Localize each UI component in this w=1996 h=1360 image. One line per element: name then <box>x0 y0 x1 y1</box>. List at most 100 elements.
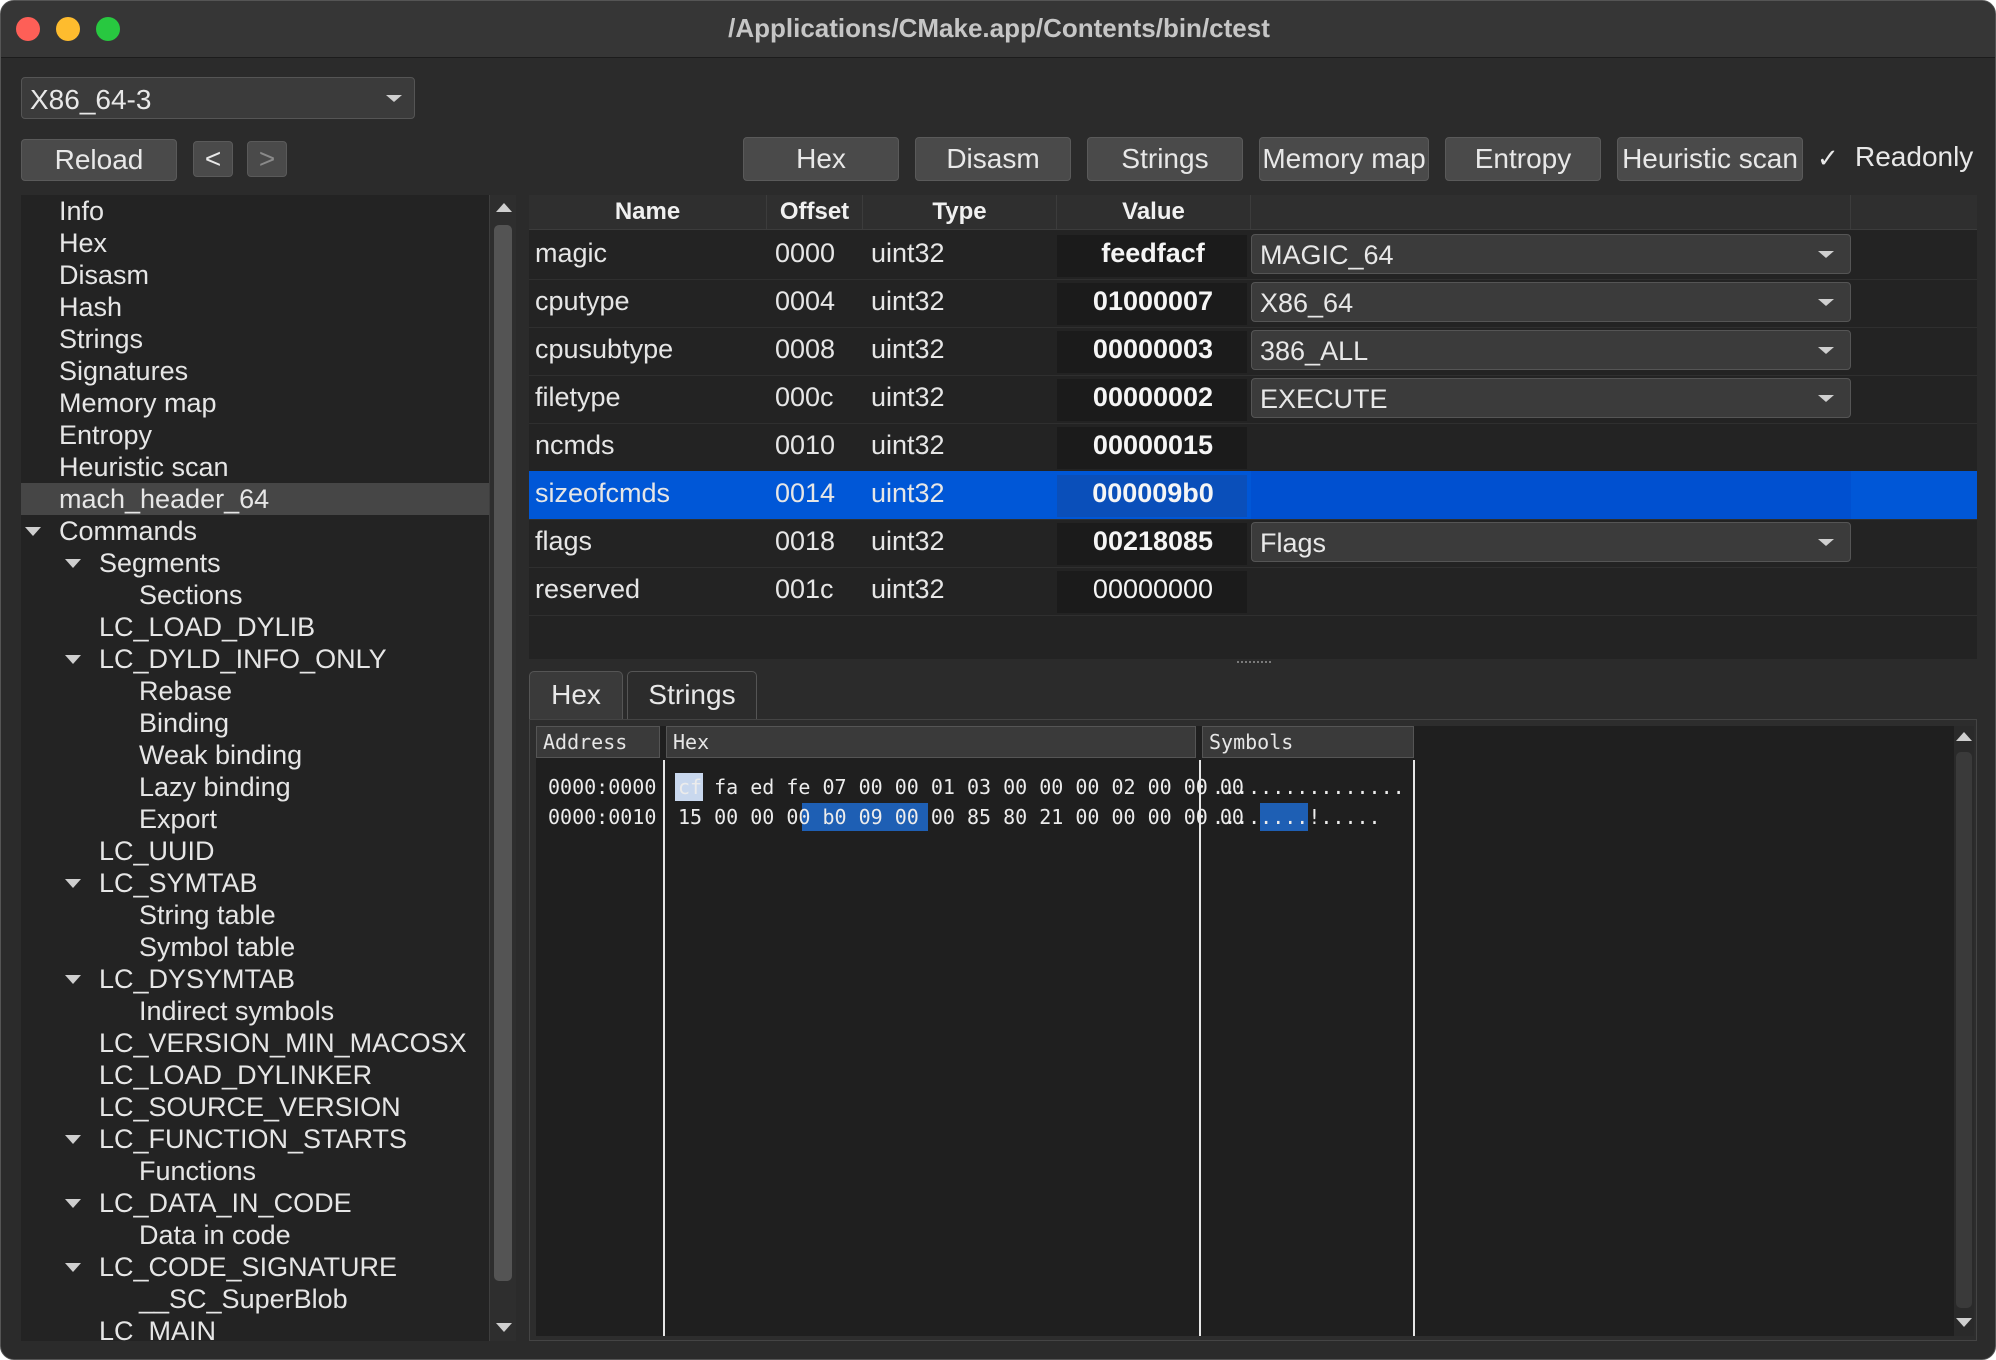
tree-item[interactable]: Lazy binding <box>21 771 489 803</box>
tree-item[interactable]: Binding <box>21 707 489 739</box>
disclosure-triangle-icon[interactable] <box>65 1135 81 1144</box>
hex-button[interactable]: Hex <box>743 137 899 181</box>
tree-item[interactable]: Data in code <box>21 1219 489 1251</box>
column-header-name[interactable]: Name <box>529 195 767 229</box>
disclosure-triangle-icon[interactable] <box>65 1199 81 1208</box>
tree-item[interactable]: LC_VERSION_MIN_MACOSX <box>21 1027 489 1059</box>
value-cell[interactable]: 01000007 <box>1059 279 1247 327</box>
value-cell[interactable]: 00000003 <box>1059 327 1247 375</box>
splitter-handle[interactable] <box>1237 661 1271 667</box>
value-cell[interactable]: 00218085 <box>1059 519 1247 567</box>
forward-button[interactable]: > <box>247 141 287 177</box>
tree-item[interactable]: LC_DATA_IN_CODE <box>21 1187 489 1219</box>
readonly-checkbox[interactable]: ✓ <box>1817 145 1843 171</box>
tree-item[interactable]: mach_header_64 <box>21 483 489 515</box>
value-cell[interactable]: 000009b0 <box>1059 471 1247 519</box>
tree-item[interactable]: __SC_SuperBlob <box>21 1283 489 1315</box>
tree-item[interactable]: Rebase <box>21 675 489 707</box>
column-header-type[interactable]: Type <box>863 195 1057 229</box>
back-button[interactable]: < <box>193 141 233 177</box>
disclosure-triangle-icon[interactable] <box>25 527 41 536</box>
disasm-button[interactable]: Disasm <box>915 137 1071 181</box>
tree-item[interactable]: LC_FUNCTION_STARTS <box>21 1123 489 1155</box>
disclosure-triangle-icon[interactable] <box>65 975 81 984</box>
table-row[interactable]: cputype 0004 uint32 01000007 X86_64 <box>529 279 1977 328</box>
tree-item[interactable]: Memory map <box>21 387 489 419</box>
value-combo[interactable]: 386_ALL <box>1251 330 1851 370</box>
symbols-row[interactable]: ................ <box>1212 772 1405 802</box>
table-row[interactable]: cpusubtype 0008 uint32 00000003 386_ALL <box>529 327 1977 376</box>
value-combo[interactable]: MAGIC_64 <box>1251 234 1851 274</box>
tree-item[interactable]: LC_LOAD_DYLIB <box>21 611 489 643</box>
scroll-up-arrow-icon[interactable] <box>496 203 512 212</box>
tree-item[interactable]: Strings <box>21 323 489 355</box>
memory-map-button[interactable]: Memory map <box>1259 137 1429 181</box>
tree-item[interactable]: String table <box>21 899 489 931</box>
hex-bytes-row[interactable]: cf fa ed fe 07 00 00 01 03 00 00 00 02 0… <box>678 772 1244 802</box>
tree-item-label: Entropy <box>59 420 153 450</box>
tree-item-label: Hash <box>59 292 123 322</box>
arch-select[interactable]: X86_64-3 <box>21 77 415 119</box>
tree-item[interactable]: LC_SOURCE_VERSION <box>21 1091 489 1123</box>
tree-item[interactable]: LC_DYSYMTAB <box>21 963 489 995</box>
tree-scroll-thumb[interactable] <box>494 225 512 1281</box>
tree-item[interactable]: Functions <box>21 1155 489 1187</box>
column-header-value[interactable]: Value <box>1057 195 1251 229</box>
disclosure-triangle-icon[interactable] <box>65 1263 81 1272</box>
hex-scroll-track[interactable] <box>1956 752 1972 1308</box>
tree-item[interactable]: LC_MAIN <box>21 1315 489 1341</box>
scroll-down-arrow-icon[interactable] <box>1956 1318 1972 1327</box>
value-cell[interactable]: 00000002 <box>1059 375 1247 423</box>
table-row[interactable]: filetype 000c uint32 00000002 EXECUTE <box>529 375 1977 424</box>
scroll-up-arrow-icon[interactable] <box>1956 732 1972 741</box>
tab-strings[interactable]: Strings <box>627 671 757 719</box>
tree-item[interactable]: Hex <box>21 227 489 259</box>
offset-cell: 000c <box>775 382 834 412</box>
value-combo[interactable]: X86_64 <box>1251 282 1851 322</box>
disclosure-triangle-icon[interactable] <box>65 655 81 664</box>
scroll-down-arrow-icon[interactable] <box>496 1323 512 1332</box>
symbols-row[interactable]: ........!..... <box>1212 802 1381 832</box>
tree-item[interactable]: LC_UUID <box>21 835 489 867</box>
value-cell[interactable]: 00000015 <box>1059 423 1247 471</box>
entropy-button[interactable]: Entropy <box>1445 137 1601 181</box>
strings-button[interactable]: Strings <box>1087 137 1243 181</box>
tree-item[interactable]: Symbol table <box>21 931 489 963</box>
table-row[interactable]: flags 0018 uint32 00218085 Flags <box>529 519 1977 568</box>
disclosure-triangle-icon[interactable] <box>65 879 81 888</box>
tree-item[interactable]: Info <box>21 195 489 227</box>
table-row[interactable]: magic 0000 uint32 feedfacf MAGIC_64 <box>529 231 1977 280</box>
disclosure-triangle-icon[interactable] <box>65 559 81 568</box>
tree-item-label: Functions <box>139 1156 257 1186</box>
tree-item[interactable]: Segments <box>21 547 489 579</box>
value-combo[interactable]: Flags <box>1251 522 1851 562</box>
tree-item[interactable]: Signatures <box>21 355 489 387</box>
table-row[interactable]: ncmds 0010 uint32 00000015 <box>529 423 1977 472</box>
hex-scrollbar[interactable] <box>1954 726 1974 1336</box>
value-cell[interactable]: feedfacf <box>1059 231 1247 279</box>
tree-item[interactable]: LC_LOAD_DYLINKER <box>21 1059 489 1091</box>
hex-viewer[interactable]: Address Hex Symbols 0000:0000 cf fa ed f… <box>536 726 1954 1336</box>
tree-item[interactable]: Disasm <box>21 259 489 291</box>
heuristic-scan-button[interactable]: Heuristic scan <box>1617 137 1803 181</box>
reload-button[interactable]: Reload <box>21 139 177 181</box>
table-row[interactable]: reserved 001c uint32 00000000 <box>529 567 1977 616</box>
tree-item[interactable]: Hash <box>21 291 489 323</box>
tree-item[interactable]: Heuristic scan <box>21 451 489 483</box>
value-combo[interactable]: EXECUTE <box>1251 378 1851 418</box>
tree-item[interactable]: Entropy <box>21 419 489 451</box>
tree-item[interactable]: LC_DYLD_INFO_ONLY <box>21 643 489 675</box>
tree-scrollbar[interactable] <box>489 195 516 1341</box>
value-cell[interactable]: 00000000 <box>1059 567 1247 615</box>
tree-item[interactable]: LC_CODE_SIGNATURE <box>21 1251 489 1283</box>
tree-item[interactable]: Commands <box>21 515 489 547</box>
table-row[interactable]: sizeofcmds 0014 uint32 000009b0 <box>529 471 1977 520</box>
column-header-offset[interactable]: Offset <box>767 195 863 229</box>
tab-hex[interactable]: Hex <box>529 671 623 719</box>
tree-item[interactable]: LC_SYMTAB <box>21 867 489 899</box>
tree-item[interactable]: Export <box>21 803 489 835</box>
tree-item[interactable]: Sections <box>21 579 489 611</box>
hex-bytes-row[interactable]: 15 00 00 00 b0 09 00 00 85 80 21 00 00 0… <box>678 802 1244 832</box>
tree-item[interactable]: Indirect symbols <box>21 995 489 1027</box>
tree-item[interactable]: Weak binding <box>21 739 489 771</box>
